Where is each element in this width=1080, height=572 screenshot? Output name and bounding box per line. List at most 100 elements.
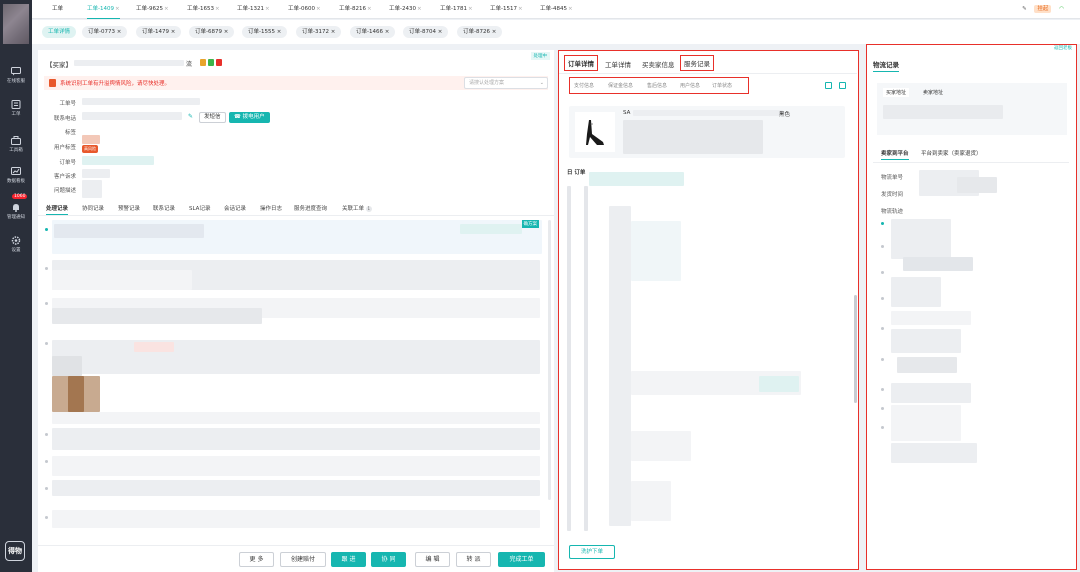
top-tab[interactable]: 工单-1517× xyxy=(490,0,523,19)
left-scrollbar[interactable] xyxy=(548,220,551,500)
follow-up-button[interactable]: 跟 进 xyxy=(331,552,366,567)
tag-icon[interactable] xyxy=(208,59,214,66)
transfer-button[interactable]: 转 派 xyxy=(456,552,491,567)
tab-platform-to-seller[interactable]: 平台到卖家（卖家退货） xyxy=(921,149,982,157)
top-tab-active[interactable]: 工单-1409× xyxy=(87,0,120,19)
rail-item-label: 在线客服 xyxy=(7,79,25,84)
top-tab[interactable]: 工单-4845× xyxy=(540,0,573,19)
sub-tab-order[interactable]: 订单-1479 × xyxy=(136,26,182,38)
close-icon[interactable]: × xyxy=(215,6,220,12)
product-image[interactable] xyxy=(575,112,615,152)
tab-ticket-detail[interactable]: 工单详情 xyxy=(605,59,631,69)
label-blur-column xyxy=(584,186,588,531)
warning-icon xyxy=(49,79,56,87)
record-card xyxy=(52,270,192,290)
edit-icon[interactable]: ✎ xyxy=(1022,6,1027,12)
wash-order-button[interactable]: 洗护下单 xyxy=(569,545,615,559)
close-icon[interactable]: × xyxy=(518,6,523,12)
top-tab[interactable]: 工单 xyxy=(52,0,63,19)
edit-icon[interactable]: ✎ xyxy=(188,113,193,120)
top-tab[interactable]: 工单-1781× xyxy=(440,0,473,19)
track-blur xyxy=(891,329,961,353)
rail-item-dashboard[interactable]: 数据看板 xyxy=(0,164,32,190)
sub-tab-order[interactable]: 订单-1466 × xyxy=(350,26,396,38)
sub-tab-order[interactable]: 订单-6879 × xyxy=(189,26,235,38)
logistics-panel: 返回老板 物流记录 买家地址 卖家地址 卖家到平台 平台到卖家（卖家退货） 物流… xyxy=(866,44,1077,570)
value-blur xyxy=(82,180,102,198)
top-tab[interactable]: 工单-1653× xyxy=(187,0,220,19)
rail-item-online-service[interactable]: 在线客服 xyxy=(0,64,32,90)
track-blur xyxy=(891,405,961,441)
call-user-button[interactable]: ☎ 拨电用户 xyxy=(229,112,270,123)
create-compensation-button[interactable]: 创建赔付 xyxy=(280,552,326,567)
close-icon[interactable]: × xyxy=(468,6,473,12)
top-tab[interactable]: 工单-0600× xyxy=(288,0,321,19)
sub-tab-order[interactable]: 订单-8726 × xyxy=(457,26,503,38)
back-link[interactable]: 返回老板 xyxy=(1054,45,1072,51)
sub-tab-order[interactable]: 订单-8704 × xyxy=(403,26,449,38)
sub-tab-ticket-detail[interactable]: 工单详情 xyxy=(42,26,77,38)
tab-seller-to-platform[interactable]: 卖家到平台 xyxy=(881,149,909,160)
tab-alert-record[interactable]: 预警记录 xyxy=(118,204,140,212)
tab-related-tickets[interactable]: 关联工单 1 xyxy=(342,204,372,212)
tab-assist-record[interactable]: 协同记录 xyxy=(82,204,104,212)
close-icon[interactable]: × xyxy=(417,6,422,12)
tab-session-record[interactable]: 会话记录 xyxy=(224,204,246,212)
sub-tab-order-status[interactable]: 订单状态 xyxy=(712,82,732,89)
assist-button[interactable]: 协 同 xyxy=(371,552,406,567)
top-tab[interactable]: 工单-2430× xyxy=(389,0,422,19)
close-icon[interactable]: × xyxy=(115,6,120,12)
case-title-blur xyxy=(74,60,184,66)
timeline-dot xyxy=(45,516,48,519)
sub-tab-user-info[interactable]: 用户信息 xyxy=(680,82,700,89)
top-tab[interactable]: 工单-1321× xyxy=(237,0,270,19)
sub-tab-order[interactable]: 订单-0773 × xyxy=(82,26,128,38)
tab-sla-record[interactable]: SLA记录 xyxy=(189,204,210,212)
mid-scrollbar[interactable] xyxy=(854,295,857,403)
rail-item-notifications[interactable]: 1060 管理通知 xyxy=(0,194,32,226)
record-card xyxy=(52,412,540,424)
finish-ticket-button[interactable]: 完成工单 xyxy=(498,552,545,567)
tab-buyer-seller-info[interactable]: 买卖家信息 xyxy=(642,59,675,69)
tag-icon[interactable] xyxy=(216,59,222,66)
sub-tab-payment[interactable]: 支付信息 xyxy=(574,82,594,89)
send-sms-button[interactable]: 发短信 xyxy=(199,112,226,123)
sub-tab-deposit[interactable]: 保证金信息 xyxy=(608,82,633,89)
tab-service-progress[interactable]: 服务进度查询 xyxy=(294,204,327,212)
close-icon[interactable]: × xyxy=(265,6,270,12)
timeline-dot xyxy=(45,487,48,490)
avatar[interactable] xyxy=(3,4,29,44)
rail-item-label: 工单 xyxy=(11,112,21,117)
plan-select[interactable]: 请搜认处理方案 ⌄ xyxy=(464,77,548,89)
sub-tab-aftersale[interactable]: 售后信息 xyxy=(647,82,667,89)
tab-seller-address[interactable]: 卖家地址 xyxy=(923,89,943,96)
sub-tab-order[interactable]: 订单-1555 × xyxy=(242,26,288,38)
tag-icon[interactable] xyxy=(200,59,206,66)
tab-order-detail[interactable]: 订单详情 xyxy=(564,55,598,71)
sub-tab-bar: 工单详情 订单-0773 × 订单-1479 × 订单-6879 × 订单-15… xyxy=(32,20,1080,44)
close-icon[interactable]: × xyxy=(568,6,573,12)
field-label: 工单号 xyxy=(59,101,76,107)
tab-contact-record[interactable]: 联系记录 xyxy=(153,204,175,212)
record-card xyxy=(52,356,82,376)
close-icon[interactable]: × xyxy=(164,6,169,12)
more-button[interactable]: 更 多 xyxy=(239,552,274,567)
close-icon[interactable]: × xyxy=(367,6,372,12)
status-tag[interactable]: 挂起 xyxy=(1034,5,1052,13)
tab-handle-record[interactable]: 处理记录 xyxy=(46,204,69,215)
rail-item-settings[interactable]: 设置 xyxy=(0,233,32,259)
copy-icon[interactable] xyxy=(839,82,846,89)
sub-tab-order[interactable]: 订单-3172 × xyxy=(296,26,342,38)
tab-operation-log[interactable]: 操作日志 xyxy=(260,204,282,212)
rail-item-ticket[interactable]: 工单 xyxy=(0,97,32,123)
value-blur xyxy=(82,135,100,144)
close-icon[interactable]: × xyxy=(316,6,321,12)
rail-item-toolbox[interactable]: 工具箱 xyxy=(0,133,32,159)
tab-service-record[interactable]: 服务记录 xyxy=(680,55,714,71)
tab-buyer-address[interactable]: 买家地址 xyxy=(883,88,910,97)
edit-button[interactable]: 编 辑 xyxy=(415,552,450,567)
field-label: 联系电话 xyxy=(53,116,76,122)
top-tab[interactable]: 工单-9625× xyxy=(136,0,169,19)
top-tab[interactable]: 工单-8216× xyxy=(339,0,372,19)
refresh-icon[interactable] xyxy=(825,82,832,89)
